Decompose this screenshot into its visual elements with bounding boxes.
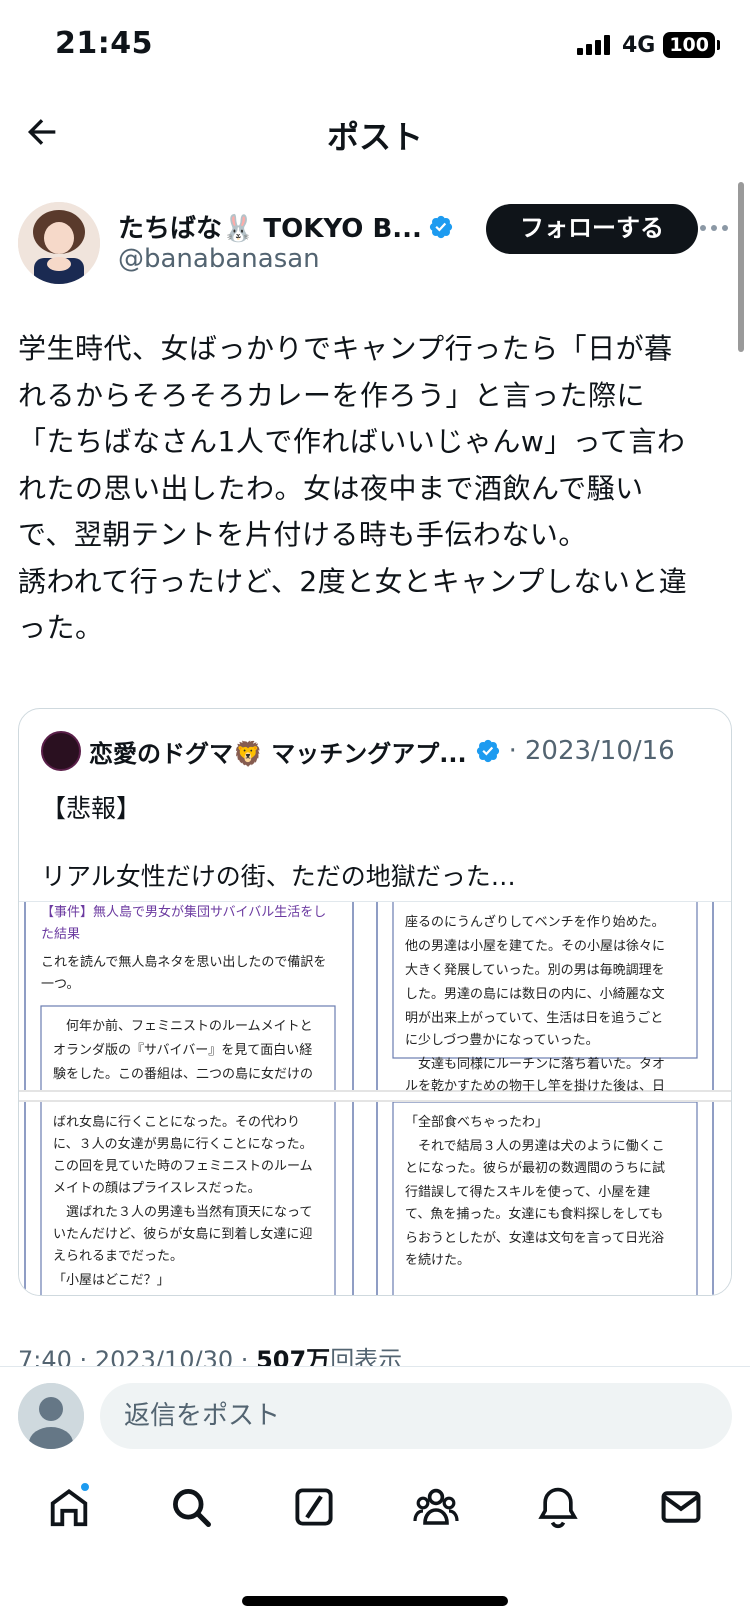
home-indicator [242, 1596, 508, 1606]
image-text-line: に少しづつ豊かになっていった。 [405, 1033, 599, 1048]
tab-grok[interactable] [282, 1475, 346, 1539]
image-text-line: した。男達の島には数日の内に、小綺麗な文 [405, 986, 665, 1002]
quoted-post-header: 恋愛のドグマ🦁 マッチングアプ... · 2023/10/16 [41, 731, 715, 771]
image-text-line: 行錯誤して得たスキルを使って、小屋を建 [405, 1184, 650, 1200]
post-text: 学生時代、女ばっかりでキャンプ行ったら「日が暮 れるからそろそろカレーを作ろう」… [18, 332, 688, 644]
image-text-line: とになった。彼らが最初の数週間のうちに試 [405, 1160, 665, 1176]
tab-communities[interactable] [404, 1475, 468, 1539]
quoted-date: 2023/10/16 [524, 736, 675, 766]
follow-button[interactable]: フォローする [486, 204, 698, 254]
verified-badge-icon [476, 739, 499, 763]
grok-icon [295, 1488, 333, 1526]
image-text-line: 一つ。 [41, 977, 79, 992]
image-text-line: 験をした。この番組は、二つの島に女だけの [53, 1066, 313, 1082]
image-text-line: 女達も同様にルーチンに落ち着いた。タオ [405, 1056, 665, 1072]
image-text-line: 「小屋はどこだ？」 [53, 1273, 170, 1288]
quoted-image[interactable]: 【事件】無人島で男女が集団サバイバル生活をし た結果これを読んで無人島ネタを思い出… [19, 901, 731, 1295]
battery-icon: 100 [663, 32, 720, 58]
image-text-line: いたんだけど、彼らが女島に到着し女達に迎 [53, 1226, 312, 1242]
image-heading-line: た結果 [41, 927, 80, 942]
avatar-image [18, 202, 100, 284]
image-text-line: それで結局３人の男達は犬のように働くこ [405, 1139, 665, 1154]
image-text-line: らおうとしたが、女達は文句を言って日光浴 [405, 1230, 664, 1246]
bell-icon [538, 1487, 579, 1529]
image-text-line: 選ばれた３人の男達も当然有頂天になって [53, 1204, 312, 1220]
quoted-text: リアル女性だけの街、ただの地獄だった… [41, 862, 516, 891]
envelope-icon [661, 1491, 701, 1523]
more-options-icon[interactable] [696, 212, 732, 244]
signal-icon [576, 35, 610, 55]
post-author: たちばな🐰 TOKYO B... @banabanasan フォローする [18, 200, 732, 286]
quoted-separator: · [508, 736, 517, 766]
reply-bar [0, 1366, 750, 1462]
author-handle[interactable]: @banabanasan [118, 244, 320, 274]
image-text-line: ばれ女島に行くことになった。その代わり [53, 1114, 300, 1130]
quoted-display-name: 恋愛のドグマ🦁 マッチングアプ... [89, 739, 467, 768]
tab-home[interactable] [37, 1475, 101, 1539]
reply-input[interactable] [100, 1383, 732, 1449]
image-text-line: 他の男達は小屋を建てた。その小屋は徐々に [405, 939, 665, 954]
image-text-line: これを読んで無人島ネタを思い出したので備訳を [41, 954, 326, 970]
image-text-line: 大きく発展していった。別の男は毎晩調理を [405, 962, 665, 978]
image-text-line: メイトの顔はプライスレスだった。 [53, 1181, 261, 1196]
page-title: ポスト [326, 118, 423, 156]
scrollbar[interactable] [738, 182, 744, 352]
image-text-line: 何年か前、フェミニストのルームメイトと [53, 1018, 313, 1034]
battery-level: 100 [663, 32, 715, 58]
header: ポスト [0, 96, 750, 168]
image-text-line: 明が出来上がっていて、生活は日を追うごと [405, 1010, 663, 1026]
image-text-line: を続けた。 [405, 1253, 470, 1268]
image-text-line: この回を見ていた時のフェミニストのルーム [53, 1159, 313, 1174]
tab-messages[interactable] [649, 1475, 713, 1539]
image-text-line: オランダ版の『サバイバー』を見て面白い経 [53, 1042, 312, 1058]
image-text-line: えられるまでだった。 [53, 1249, 183, 1264]
tab-search[interactable] [159, 1475, 223, 1539]
author-name-line[interactable]: たちばな🐰 TOKYO B... [118, 208, 454, 245]
quoted-avatar [41, 731, 81, 771]
verified-badge-icon [429, 215, 453, 238]
tab-notifications[interactable] [526, 1475, 590, 1539]
default-avatar-icon [18, 1383, 84, 1449]
image-text-line: て、魚を捕った。女達にも食料探しをしても [405, 1206, 663, 1222]
avatar[interactable] [18, 202, 100, 284]
search-icon [173, 1489, 212, 1527]
image-text-line: に、３人の女達が男島に行くことになった。 [53, 1136, 313, 1152]
status-time: 21:45 [55, 26, 153, 61]
image-heading-line: 【事件】無人島で男女が集団サバイバル生活をし [41, 904, 326, 920]
user-avatar[interactable] [18, 1383, 84, 1449]
quoted-post[interactable]: 恋愛のドグマ🦁 マッチングアプ... · 2023/10/16 【悲報】 リアル… [18, 708, 732, 1296]
status-indicators: 4G 100 [576, 32, 720, 58]
status-bar: 21:45 4G 100 [0, 0, 750, 90]
quoted-image-svg: 【事件】無人島で男女が集団サバイバル生活をした結果これを読んで無人島ネタを思い出… [19, 902, 731, 1295]
bottom-tab-bar [0, 1462, 750, 1552]
network-type: 4G [621, 32, 656, 58]
people-icon [413, 1488, 459, 1525]
quoted-tag: 【悲報】 [41, 794, 142, 823]
author-display-name[interactable]: たちばな🐰 TOKYO B... [118, 208, 422, 245]
image-text-line: 座るのにうんざりしてベンチを作り始めた。 [405, 914, 665, 930]
image-text-line: ルを乾かすための物干し竿を掛けた後は、日 [405, 1078, 665, 1094]
image-text-line: 「全部食べちゃったわ」 [405, 1114, 548, 1130]
